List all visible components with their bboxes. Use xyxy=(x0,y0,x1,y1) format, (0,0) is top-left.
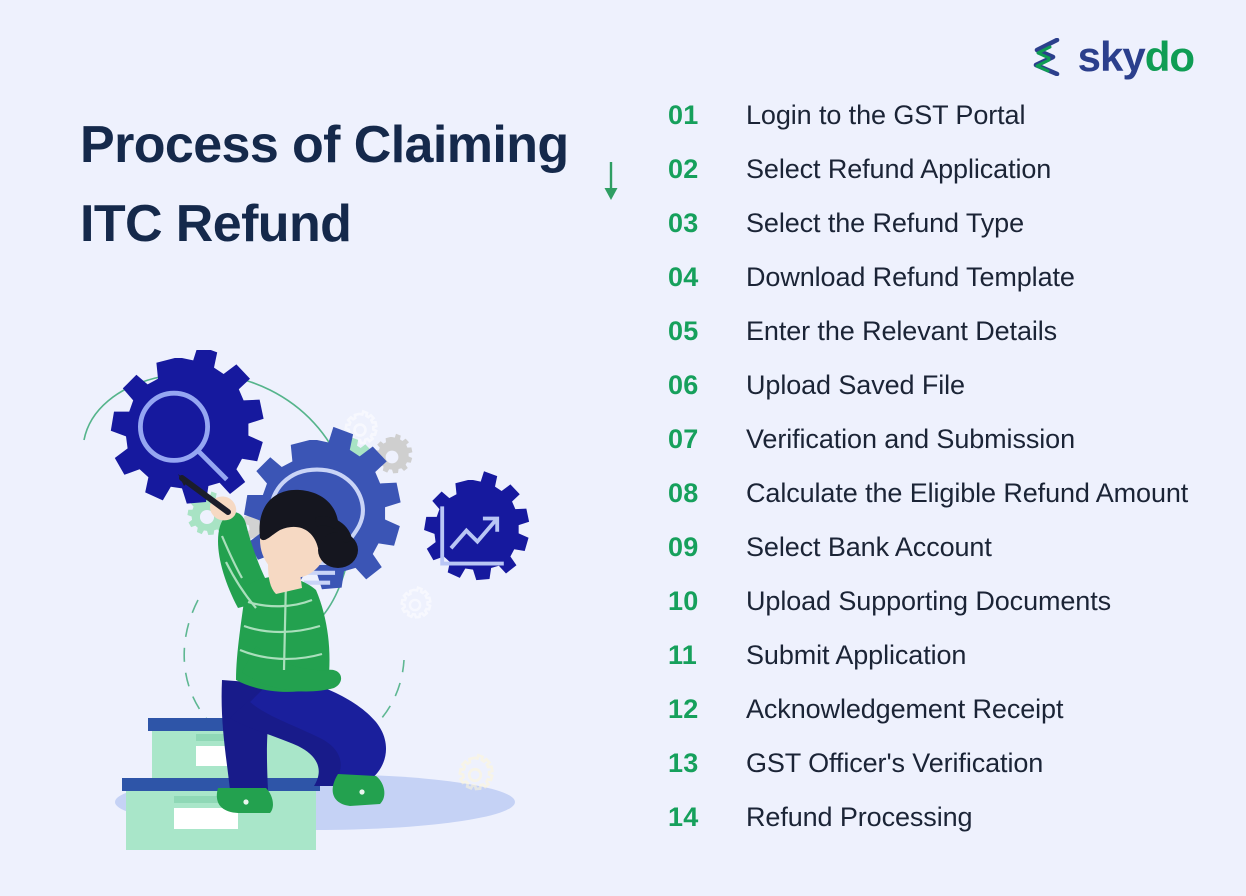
step-label: Download Refund Template xyxy=(746,262,1075,292)
list-item: 11 Submit Application xyxy=(668,640,1243,694)
list-item: 01 Login to the GST Portal xyxy=(668,100,1243,154)
step-number: 11 xyxy=(668,640,697,670)
step-label: GST Officer's Verification xyxy=(746,748,1044,778)
step-label: Enter the Relevant Details xyxy=(746,316,1058,346)
step-label: Acknowledgement Receipt xyxy=(746,694,1064,724)
step-label: Select the Refund Type xyxy=(746,208,1024,238)
chart-gear-icon xyxy=(424,471,530,581)
step-number: 10 xyxy=(668,586,699,616)
brand-name-part2: do xyxy=(1144,33,1195,80)
skydo-chevron-s-logo-icon xyxy=(1033,38,1059,76)
list-item: 04 Download Refund Template xyxy=(668,262,1243,316)
step-number: 03 xyxy=(668,208,699,238)
step-number: 14 xyxy=(668,802,699,832)
step-number: 05 xyxy=(668,316,699,346)
infographic-canvas: skydo Process of Claiming ITC Refund 01 L… xyxy=(0,0,1246,896)
step-number: 08 xyxy=(668,478,699,508)
brand-wordmark: skydo xyxy=(1077,33,1195,80)
brand-name-part1: sky xyxy=(1077,33,1146,80)
list-item: 10 Upload Supporting Documents xyxy=(668,586,1243,640)
step-label: Login to the GST Portal xyxy=(746,100,1026,130)
list-item: 09 Select Bank Account xyxy=(668,532,1243,586)
list-item: 06 Upload Saved File xyxy=(668,370,1243,424)
person-with-gears-illustration xyxy=(83,350,530,850)
step-number: 04 xyxy=(668,262,699,292)
page-title: Process of Claiming ITC Refund xyxy=(80,106,620,264)
step-number: 09 xyxy=(668,532,699,562)
list-item: 07 Verification and Submission xyxy=(668,424,1243,478)
list-item: 12 Acknowledgement Receipt xyxy=(668,694,1243,748)
brand-logo: skydo xyxy=(1027,33,1195,80)
list-item: 03 Select the Refund Type xyxy=(668,208,1243,262)
list-item: 14 Refund Processing xyxy=(668,802,1243,856)
step-label: Upload Supporting Documents xyxy=(746,586,1112,616)
step-label: Submit Application xyxy=(746,640,967,670)
list-item: 13 GST Officer's Verification xyxy=(668,748,1243,802)
page-title-line-2: ITC Refund xyxy=(80,195,352,254)
step-number: 01 xyxy=(668,100,699,130)
step-label: Upload Saved File xyxy=(746,370,965,400)
step-number: 07 xyxy=(668,424,699,454)
steps-list: 01 Login to the GST Portal 02 Select Refun… xyxy=(668,100,1243,856)
arrow-down-icon xyxy=(604,162,618,200)
step-label: Refund Processing xyxy=(746,802,973,832)
step-label: Select Bank Account xyxy=(746,532,992,562)
step-number: 13 xyxy=(668,748,699,778)
step-number: 06 xyxy=(668,370,699,400)
step-number: 12 xyxy=(668,694,699,724)
list-item: 02 Select Refund Application xyxy=(668,154,1243,208)
step-number: 02 xyxy=(668,154,699,184)
list-item: 08 Calculate the Eligible Refund Amount xyxy=(668,478,1243,532)
step-label: Verification and Submission xyxy=(746,424,1075,454)
list-item: 05 Enter the Relevant Details xyxy=(668,316,1243,370)
step-label: Calculate the Eligible Refund Amount xyxy=(746,478,1189,508)
step-label: Select Refund Application xyxy=(746,154,1052,184)
page-title-line-1: Process of Claiming xyxy=(80,116,569,174)
